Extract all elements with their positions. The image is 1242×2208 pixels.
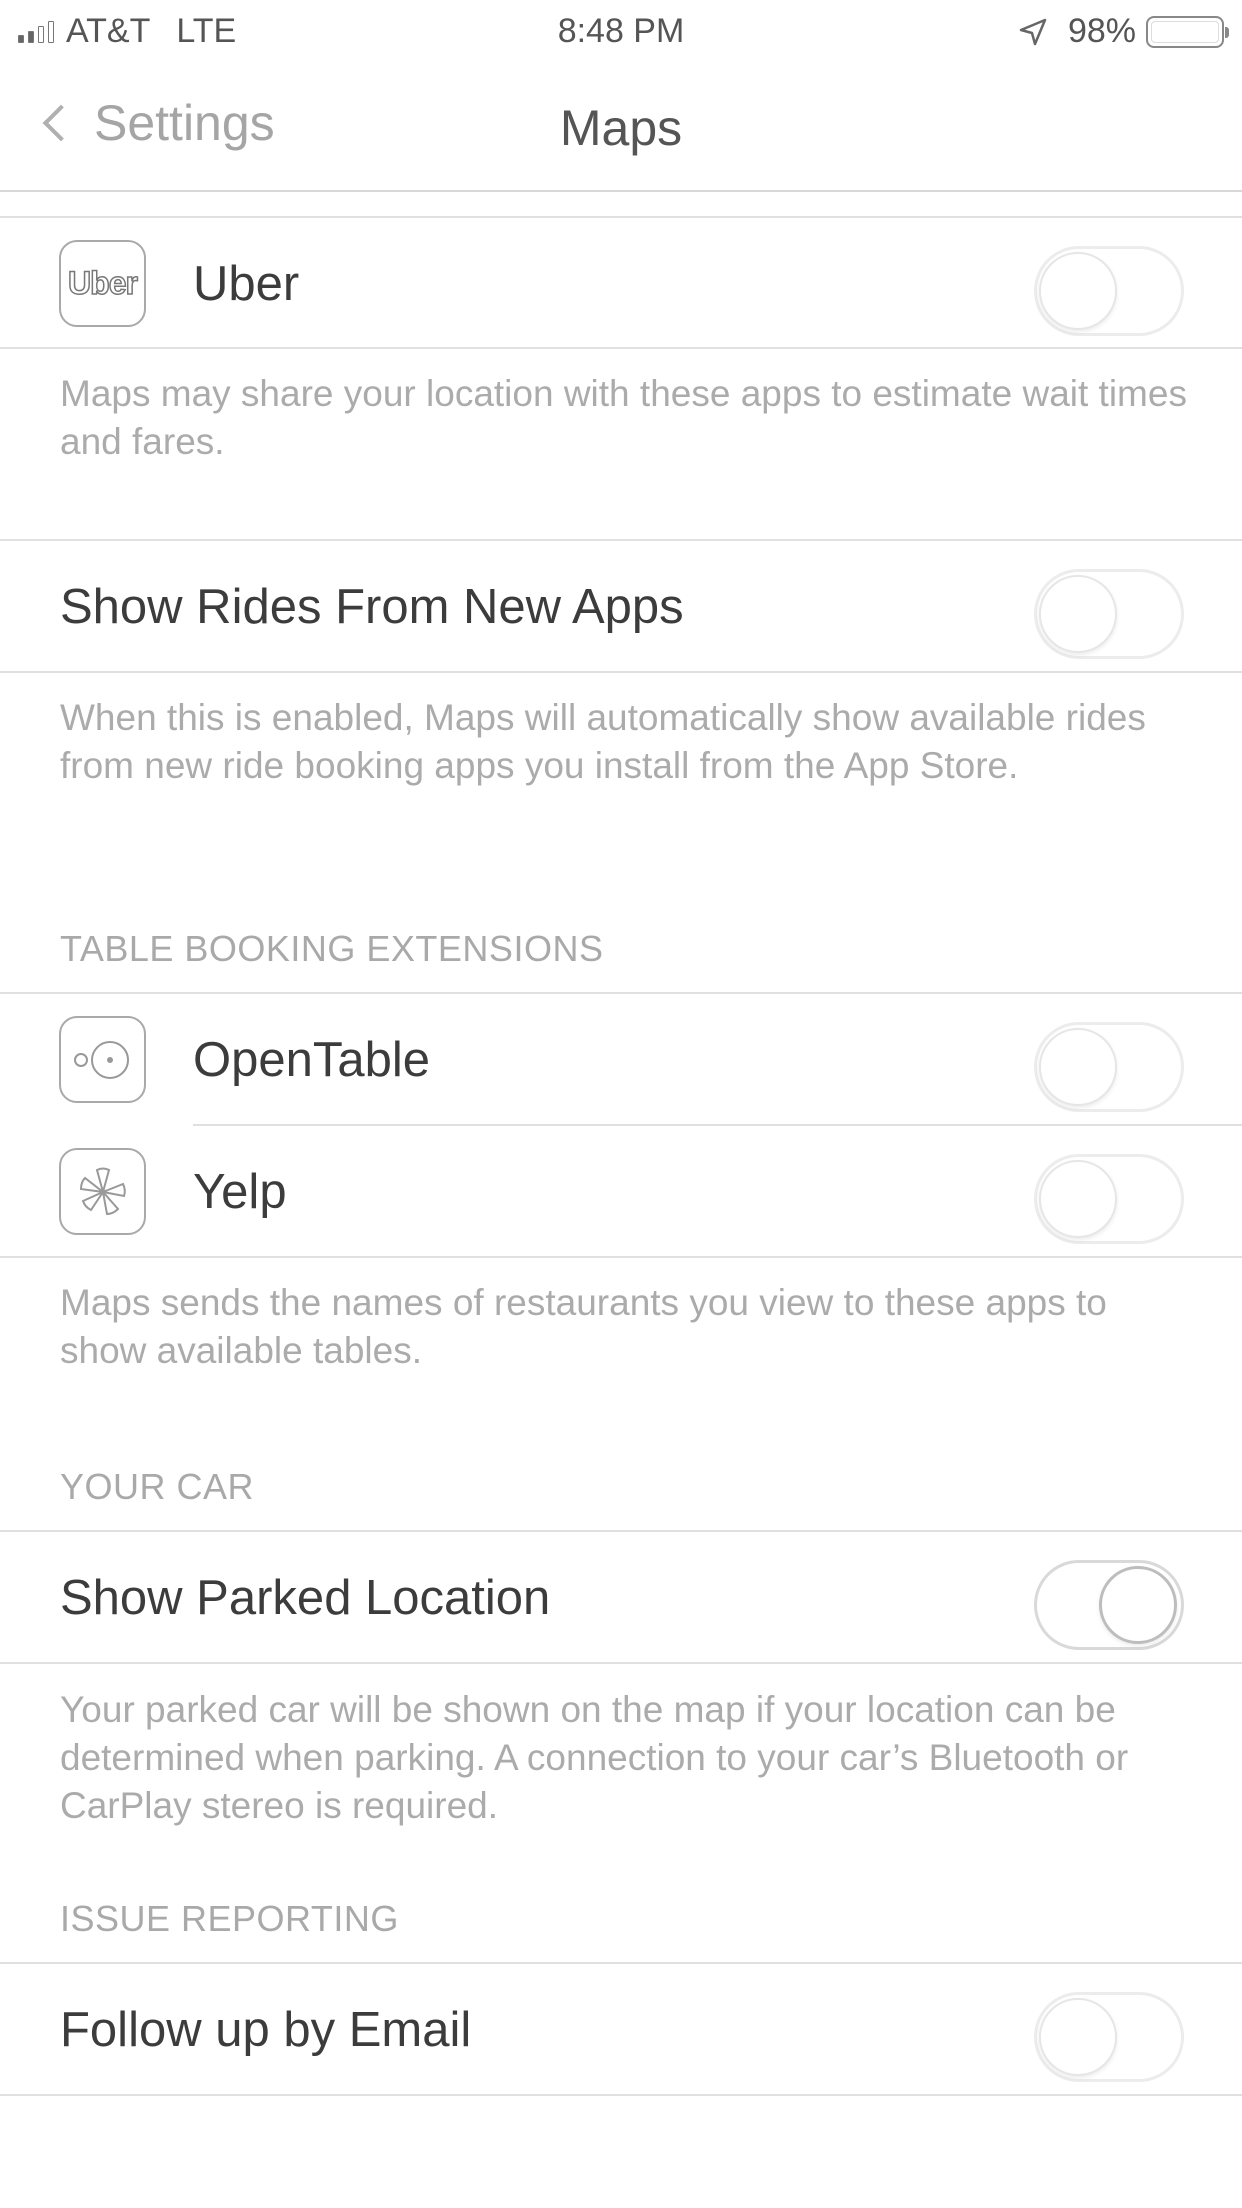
list-item-yelp: Yelp	[0, 1126, 1242, 1258]
status-right: 98%	[1018, 12, 1229, 51]
your-car-footer: Your parked car will be shown on the map…	[60, 1689, 1129, 1826]
navigation-bar: Settings Maps	[0, 62, 1242, 192]
yelp-icon	[59, 1148, 146, 1235]
opentable-label: OpenTable	[193, 1033, 431, 1087]
maps-settings-screen: AT&T LTE 8:48 PM 98% Settings Maps Uber …	[0, 0, 1242, 2208]
list-item-opentable: OpenTable	[0, 994, 1242, 1126]
show-rides-new-apps-label: Show Rides From New Apps	[60, 580, 684, 634]
uber-label: Uber	[193, 257, 300, 311]
show-rides-new-apps-toggle[interactable]	[1034, 569, 1184, 659]
battery-percentage: 98%	[1067, 12, 1136, 50]
issue-reporting-header: ISSUE REPORTING	[60, 1898, 399, 1939]
your-car-header: YOUR CAR	[60, 1466, 255, 1507]
divider	[0, 1256, 1242, 1258]
table-booking-header: TABLE BOOKING EXTENSIONS	[60, 928, 604, 969]
opentable-icon	[59, 1016, 146, 1103]
uber-icon: Uber	[59, 240, 146, 327]
divider	[0, 347, 1242, 349]
list-item-show-parked-location: Show Parked Location	[0, 1532, 1242, 1664]
show-parked-location-toggle[interactable]	[1034, 1560, 1184, 1650]
follow-up-email-toggle[interactable]	[1034, 1992, 1184, 2082]
battery-level-fill	[1151, 20, 1220, 43]
list-item-uber: Uber Uber	[0, 218, 1242, 350]
divider	[0, 2094, 1242, 2096]
table-booking-footer: Maps sends the names of restaurants you …	[60, 1282, 1107, 1371]
toggle-knob	[1039, 1998, 1117, 2076]
list-item-follow-up-email: Follow up by Email	[0, 1964, 1242, 2096]
show-parked-location-label: Show Parked Location	[60, 1571, 551, 1625]
page-title: Maps	[559, 100, 683, 156]
toggle-knob	[1039, 575, 1117, 653]
uber-toggle[interactable]	[1034, 246, 1184, 336]
follow-up-email-label: Follow up by Email	[60, 2003, 472, 2057]
yelp-toggle[interactable]	[1034, 1154, 1184, 1244]
status-bar: AT&T LTE 8:48 PM 98%	[0, 0, 1242, 62]
opentable-toggle[interactable]	[1034, 1022, 1184, 1112]
toggle-knob	[1039, 252, 1117, 330]
location-arrow-icon	[1018, 17, 1048, 47]
new-apps-footer: When this is enabled, Maps will automati…	[60, 697, 1146, 786]
divider	[0, 671, 1242, 673]
uber-icon-text: Uber	[67, 264, 138, 302]
yelp-label: Yelp	[193, 1165, 287, 1219]
toggle-knob	[1099, 1566, 1177, 1644]
toggle-knob	[1039, 1028, 1117, 1106]
divider	[0, 1662, 1242, 1664]
list-item-show-rides-new-apps: Show Rides From New Apps	[0, 541, 1242, 673]
toggle-knob	[1039, 1160, 1117, 1238]
battery-icon	[1146, 15, 1229, 48]
ride-apps-footer: Maps may share your location with these …	[60, 373, 1187, 462]
